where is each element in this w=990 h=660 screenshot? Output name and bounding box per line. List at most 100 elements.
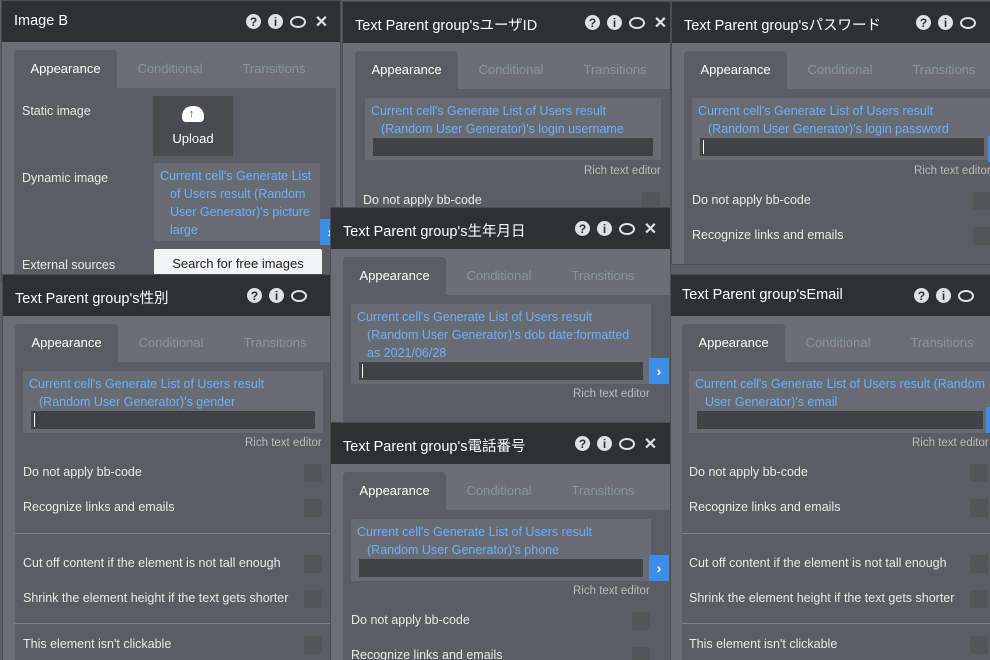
panel-icons: ? i [914, 287, 974, 303]
text-expression[interactable]: Current cell's Generate List of Users re… [365, 98, 661, 160]
dynamic-image-expression[interactable]: Current cell's Generate List of Users re… [154, 163, 320, 241]
expression-arrow-button[interactable]: › [649, 555, 669, 581]
shrink-height-checkbox[interactable] [304, 590, 322, 608]
help-icon[interactable]: ? [916, 15, 931, 30]
not-clickable-checkbox[interactable] [304, 636, 322, 654]
section-divider [682, 533, 990, 534]
comment-icon[interactable] [290, 16, 306, 28]
help-icon[interactable]: ? [914, 288, 929, 303]
panel-header: Text Parent group's性別 ? i [3, 275, 330, 316]
not-clickable-checkbox[interactable] [970, 636, 988, 654]
shrink-height-checkbox[interactable] [970, 590, 988, 608]
expression-input[interactable] [359, 362, 643, 380]
text-expression[interactable]: Current cell's Generate List of Users re… [23, 371, 323, 433]
expression-text: Current cell's Generate List of Users re… [698, 104, 949, 136]
cut-off-checkbox[interactable] [304, 555, 322, 573]
cut-off-label: Cut off content if the element is not ta… [689, 556, 947, 570]
tab-conditional[interactable]: Conditional [120, 50, 220, 88]
email-panel: Text Parent group'sEmail ? i Appearance … [670, 275, 990, 660]
do-not-apply-bbcode-checkbox[interactable] [973, 192, 990, 210]
close-icon[interactable]: ✕ [652, 14, 669, 32]
tab-transitions[interactable]: Transitions [894, 51, 990, 89]
close-icon[interactable]: ✕ [642, 435, 659, 453]
do-not-apply-bbcode-label: Do not apply bb-code [689, 465, 808, 479]
rich-text-editor-link[interactable]: Rich text editor [573, 585, 650, 597]
cut-off-checkbox[interactable] [970, 555, 988, 573]
info-icon[interactable]: i [597, 436, 612, 451]
tab-transitions[interactable]: Transitions [553, 257, 653, 295]
expression-input[interactable] [31, 411, 315, 429]
tab-transitions[interactable]: Transitions [224, 50, 324, 88]
recognize-links-checkbox[interactable] [304, 499, 322, 517]
rich-text-editor-link[interactable]: Rich text editor [245, 437, 322, 449]
do-not-apply-bbcode-label: Do not apply bb-code [692, 193, 811, 207]
recognize-links-checkbox[interactable] [632, 647, 650, 660]
text-expression[interactable]: Current cell's Generate List of Users re… [689, 371, 990, 433]
text-expression[interactable]: Current cell's Generate List of Users re… [351, 519, 651, 581]
rich-text-editor-link[interactable]: Rich text editor [912, 437, 989, 449]
comment-icon[interactable] [619, 223, 635, 235]
comment-icon[interactable] [619, 438, 635, 450]
tab-appearance[interactable]: Appearance [343, 472, 446, 510]
tab-appearance[interactable]: Appearance [15, 324, 118, 362]
recognize-links-label: Recognize links and emails [692, 228, 844, 242]
tab-conditional[interactable]: Conditional [461, 51, 561, 89]
help-icon[interactable]: ? [246, 14, 261, 29]
expression-text: Current cell's Generate List of Users re… [160, 169, 312, 237]
comment-icon[interactable] [960, 17, 976, 29]
tab-conditional[interactable]: Conditional [121, 324, 221, 362]
rich-text-editor-link[interactable]: Rich text editor [584, 165, 661, 177]
do-not-apply-bbcode-checkbox[interactable] [970, 464, 988, 482]
section-divider [15, 533, 330, 534]
recognize-links-checkbox[interactable] [973, 227, 990, 245]
tab-conditional[interactable]: Conditional [449, 472, 549, 510]
panel-header: Text Parent group's電話番号 ? i ✕ [331, 423, 670, 464]
tab-transitions[interactable]: Transitions [565, 51, 665, 89]
comment-icon[interactable] [629, 17, 645, 29]
expression-input[interactable] [359, 559, 643, 577]
upload-button[interactable]: ↑ Upload [153, 96, 233, 156]
close-icon[interactable]: ✕ [642, 220, 659, 238]
tab-appearance[interactable]: Appearance [343, 257, 446, 295]
tab-transitions[interactable]: Transitions [553, 472, 653, 510]
info-icon[interactable]: i [938, 15, 953, 30]
tab-appearance[interactable]: Appearance [14, 50, 117, 88]
tab-bar: Appearance Conditional Transitions [331, 464, 670, 510]
info-icon[interactable]: i [607, 15, 622, 30]
tab-appearance[interactable]: Appearance [682, 324, 785, 362]
close-icon[interactable]: ✕ [313, 13, 330, 31]
tab-transitions[interactable]: Transitions [225, 324, 325, 362]
panel-title: Text Parent group'sEmail [682, 287, 843, 303]
help-icon[interactable]: ? [585, 15, 600, 30]
info-icon[interactable]: i [936, 288, 951, 303]
expression-text: Current cell's Generate List of Users re… [29, 377, 265, 409]
tab-transitions[interactable]: Transitions [892, 324, 990, 362]
rich-text-editor-link[interactable]: Rich text editor [573, 388, 650, 400]
comment-icon[interactable] [291, 290, 307, 302]
expression-text: Current cell's Generate List of Users re… [357, 525, 593, 557]
tab-conditional[interactable]: Conditional [790, 51, 890, 89]
help-icon[interactable]: ? [575, 436, 590, 451]
do-not-apply-bbcode-checkbox[interactable] [304, 464, 322, 482]
help-icon[interactable]: ? [575, 221, 590, 236]
recognize-links-checkbox[interactable] [970, 499, 988, 517]
info-icon[interactable]: i [268, 14, 283, 29]
info-icon[interactable]: i [269, 288, 284, 303]
info-icon[interactable]: i [597, 221, 612, 236]
help-icon[interactable]: ? [247, 288, 262, 303]
tab-conditional[interactable]: Conditional [449, 257, 549, 295]
tab-appearance[interactable]: Appearance [355, 51, 458, 89]
expression-input[interactable] [373, 138, 653, 156]
rich-text-editor-link[interactable]: Rich text editor [914, 165, 990, 177]
text-caret [34, 413, 35, 427]
do-not-apply-bbcode-checkbox[interactable] [632, 612, 650, 630]
expression-arrow-button[interactable] [986, 407, 990, 433]
tab-appearance[interactable]: Appearance [684, 51, 787, 89]
text-expression[interactable]: Current cell's Generate List of Users re… [351, 304, 651, 384]
expression-arrow-button[interactable]: › [649, 358, 669, 384]
text-expression[interactable]: Current cell's Generate List of Users re… [692, 98, 990, 160]
expression-input[interactable] [697, 411, 983, 429]
comment-icon[interactable] [958, 290, 974, 302]
expression-input[interactable] [700, 138, 984, 156]
tab-conditional[interactable]: Conditional [788, 324, 888, 362]
